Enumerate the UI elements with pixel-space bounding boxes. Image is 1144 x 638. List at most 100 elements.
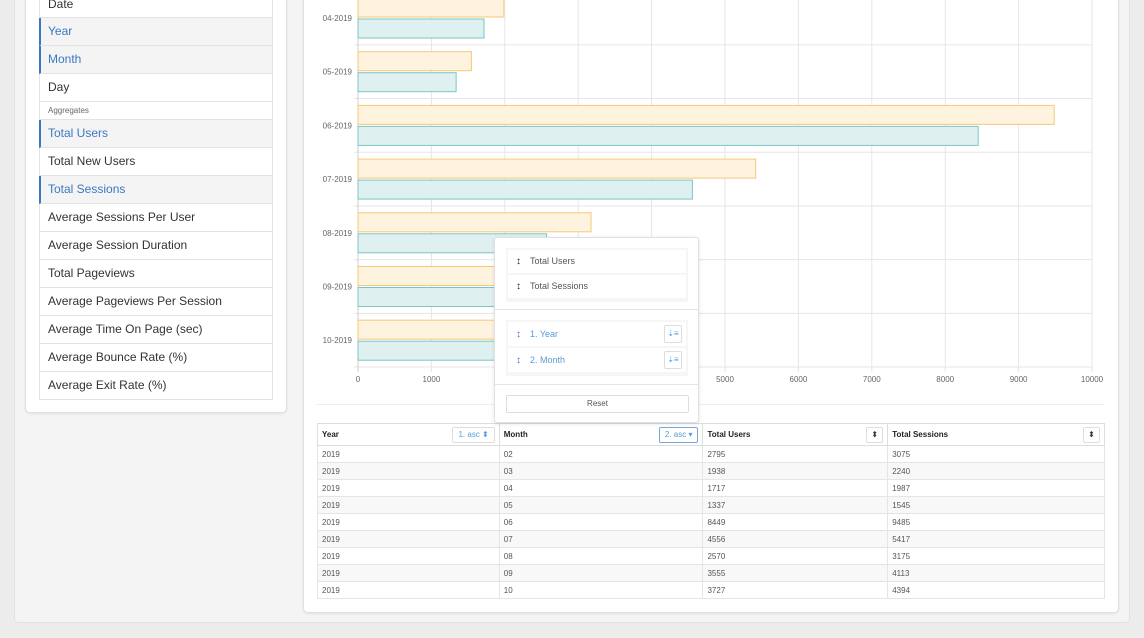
- field-item[interactable]: Day: [39, 74, 273, 102]
- y-tick-label: 09-2019: [323, 283, 353, 292]
- table-cell: 02: [498, 445, 704, 463]
- bar-total-users: [357, 18, 485, 39]
- field-item[interactable]: Average Time On Page (sec): [39, 316, 273, 344]
- measure-item[interactable]: ↕ Total Sessions: [508, 275, 686, 298]
- table-cell: 2240: [887, 462, 1105, 480]
- field-list: Date Year Month Day Aggregates Total Users Tot…: [39, 0, 273, 400]
- y-tick-label: 05-2019: [323, 68, 353, 77]
- table-cell: 2019: [317, 581, 500, 599]
- table-row: 2019 05 1337 1545: [317, 496, 1105, 514]
- table-cell: 4556: [702, 530, 889, 548]
- bar-total-sessions: [357, 51, 472, 72]
- table-cell: 2019: [317, 547, 500, 565]
- table-cell: 2570: [702, 547, 889, 565]
- table-cell: 1337: [702, 496, 889, 514]
- sort-button[interactable]: ⬍: [1083, 427, 1100, 443]
- x-tick-label: 5000: [716, 375, 734, 384]
- table-cell: 2019: [317, 530, 500, 548]
- table-cell: 2019: [317, 564, 500, 582]
- resize-vertical-icon: ↕: [516, 355, 521, 366]
- bar-total-sessions: [357, 0, 505, 18]
- table-cell: 1987: [887, 479, 1105, 497]
- column-header: Month 2. asc ▾: [498, 423, 704, 446]
- table-cell: 2019: [317, 462, 500, 480]
- sort-button[interactable]: 1. asc ⬍: [452, 427, 495, 443]
- table-cell: 1545: [887, 496, 1105, 514]
- field-item[interactable]: Average Exit Rate (%): [39, 372, 273, 400]
- field-item[interactable]: Total New Users: [39, 148, 273, 176]
- table-row: 2019 07 4556 5417: [317, 530, 1105, 548]
- table-cell: 2019: [317, 445, 500, 463]
- table-row: 2019 03 1938 2240: [317, 462, 1105, 480]
- bar-total-sessions: [357, 158, 757, 179]
- field-item[interactable]: Date: [39, 0, 273, 18]
- sort-desc-icon[interactable]: ⇣≡: [664, 351, 682, 369]
- x-tick-label: 6000: [790, 375, 808, 384]
- table-row: 2019 10 3727 4394: [317, 581, 1105, 599]
- sort-button[interactable]: ⬍: [866, 427, 884, 443]
- table-cell: 05: [498, 496, 704, 514]
- field-item[interactable]: Average Bounce Rate (%): [39, 344, 273, 372]
- table-row: 2019 04 1717 1987: [317, 479, 1105, 497]
- table-cell: 1717: [702, 479, 889, 497]
- field-item[interactable]: Total Users: [39, 120, 273, 148]
- table-cell: 9485: [887, 513, 1105, 531]
- popup-divider: [495, 384, 698, 385]
- table-row: 2019 02 2795 3075: [317, 445, 1105, 463]
- field-item[interactable]: Year: [39, 18, 273, 46]
- x-tick-label: 1000: [423, 375, 441, 384]
- section-label: Aggregates: [39, 102, 273, 120]
- x-tick-label: 7000: [863, 375, 881, 384]
- table-cell: 09: [498, 564, 704, 582]
- table-cell: 4113: [887, 564, 1105, 582]
- dimension-label: 2. Month: [530, 355, 566, 365]
- bar-total-users: [357, 179, 693, 200]
- column-header-label: Total Sessions: [892, 430, 949, 439]
- y-tick-label: 10-2019: [323, 336, 353, 345]
- bar-total-users: [357, 72, 457, 93]
- table-row: 2019 06 8449 9485: [317, 513, 1105, 531]
- measure-item[interactable]: ↕ Total Users: [508, 250, 686, 273]
- x-tick-label: 8000: [936, 375, 954, 384]
- table-cell: 3075: [887, 445, 1105, 463]
- dimension-item[interactable]: ↕ 1. Year ⇣≡: [508, 322, 686, 346]
- table-row: 2019 09 3555 4113: [317, 564, 1105, 582]
- popup-divider: [495, 309, 698, 310]
- table-cell: 2019: [317, 496, 500, 514]
- field-item[interactable]: Average Session Duration: [39, 232, 273, 260]
- table-cell: 07: [498, 530, 704, 548]
- column-header-label: Year: [322, 430, 339, 439]
- y-tick-label: 07-2019: [323, 175, 353, 184]
- y-tick-label: 08-2019: [323, 229, 353, 238]
- column-header: Total Sessions ⬍: [887, 423, 1105, 446]
- x-tick-label: 0: [356, 375, 361, 384]
- table-cell: 4394: [887, 581, 1105, 599]
- column-header: Total Users ⬍: [702, 423, 889, 446]
- field-item[interactable]: Month: [39, 46, 273, 74]
- resize-vertical-icon: ↕: [516, 281, 521, 292]
- divider: [317, 404, 1105, 405]
- y-tick-label: 04-2019: [323, 14, 353, 23]
- dimension-item[interactable]: ↕ 2. Month ⇣≡: [508, 348, 686, 372]
- table-cell: 2795: [702, 445, 889, 463]
- y-tick-label: 06-2019: [323, 121, 353, 130]
- sort-desc-icon[interactable]: ⇣≡: [664, 325, 682, 343]
- column-header-label: Month: [503, 430, 528, 439]
- field-item[interactable]: Average Sessions Per User: [39, 204, 273, 232]
- field-item[interactable]: Total Pageviews: [39, 260, 273, 288]
- bar-total-users: [357, 125, 979, 146]
- x-tick-label: 9000: [1010, 375, 1028, 384]
- sort-popup: ↕ Total Users ↕ Total Sessions ↕ 1. Year ⇣≡ ↕ 2…: [494, 237, 699, 423]
- measure-label: Total Sessions: [530, 281, 589, 291]
- column-header: Year 1. asc ⬍: [317, 423, 500, 446]
- sort-button[interactable]: 2. asc ▾: [658, 427, 699, 443]
- table-cell: 3555: [702, 564, 889, 582]
- bar-total-sessions: [357, 104, 1055, 125]
- table-cell: 10: [498, 581, 704, 599]
- reset-button[interactable]: Reset: [506, 395, 689, 413]
- table-cell: 08: [498, 547, 704, 565]
- resize-vertical-icon: ↕: [516, 256, 521, 267]
- pivot-table: Year 1. asc ⬍ Month 2. asc ▾ Total Users ⬍ Tot…: [317, 423, 1105, 599]
- field-item[interactable]: Total Sessions: [39, 176, 273, 204]
- field-item[interactable]: Average Pageviews Per Session: [39, 288, 273, 316]
